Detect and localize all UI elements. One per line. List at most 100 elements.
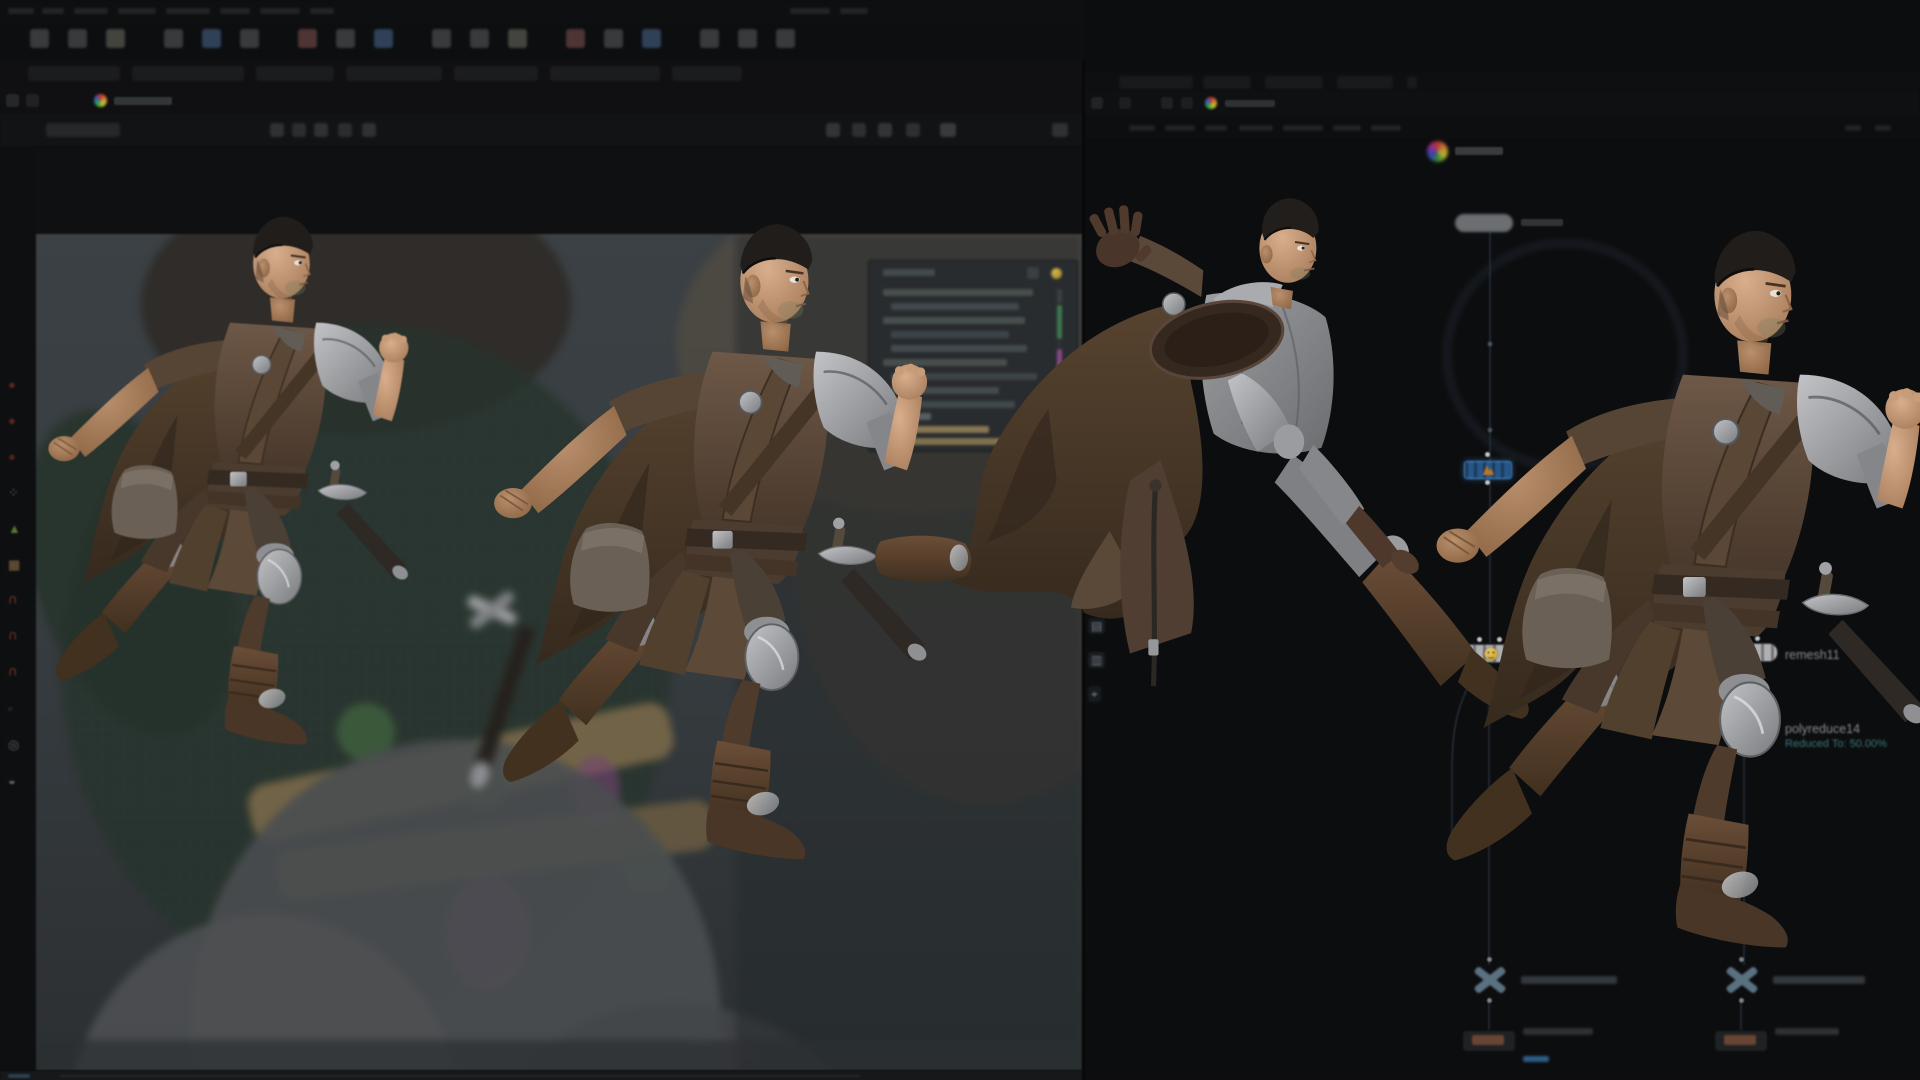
shelf-tool-icon[interactable] bbox=[776, 29, 795, 48]
point-snap-icon[interactable]: ● bbox=[8, 450, 16, 463]
snap-points-icon[interactable]: ⁘ bbox=[8, 486, 19, 499]
menu-item[interactable] bbox=[790, 8, 830, 14]
panel-row[interactable] bbox=[891, 303, 1019, 310]
menu-item[interactable] bbox=[1239, 125, 1273, 131]
panel-row[interactable] bbox=[883, 317, 1025, 324]
pane-split-icon[interactable] bbox=[1091, 97, 1103, 109]
panel-row[interactable] bbox=[891, 373, 1037, 380]
shelf-tool-icon[interactable] bbox=[298, 29, 317, 48]
menu-item[interactable] bbox=[310, 8, 334, 14]
menu-item[interactable] bbox=[42, 8, 64, 14]
node-null-right[interactable] bbox=[1722, 965, 1762, 995]
misc-tool-icon[interactable]: ▫ bbox=[8, 702, 13, 715]
shelf-tool-icon[interactable] bbox=[30, 29, 49, 48]
location-pin-icon[interactable]: ⌖ bbox=[1088, 686, 1101, 702]
badge-icon[interactable]: ▥ bbox=[1088, 652, 1105, 668]
magnet-icon[interactable]: ∪ bbox=[8, 630, 18, 643]
pane-split-icon[interactable] bbox=[6, 94, 19, 107]
point-snap-icon[interactable]: ● bbox=[8, 414, 16, 427]
shelf-tool-icon[interactable] bbox=[68, 29, 87, 48]
shelf-tool-icon[interactable] bbox=[642, 29, 661, 48]
node-remesh-right[interactable] bbox=[1721, 644, 1777, 661]
shelf-tool-icon[interactable] bbox=[470, 29, 489, 48]
panel-scrollbar[interactable] bbox=[1057, 289, 1062, 439]
menu-item[interactable] bbox=[1845, 125, 1861, 131]
panel-section-header[interactable] bbox=[889, 413, 931, 420]
node-null-left[interactable] bbox=[1470, 965, 1510, 995]
path-segment[interactable] bbox=[1119, 76, 1193, 89]
shelf-tool-icon[interactable] bbox=[336, 29, 355, 48]
pane-tab-title[interactable] bbox=[1225, 100, 1275, 107]
shelf-tool-icon[interactable] bbox=[738, 29, 757, 48]
path-segment[interactable] bbox=[1407, 76, 1417, 89]
eye-icon[interactable]: ◉ bbox=[1088, 550, 1104, 566]
shelf-tool-icon[interactable] bbox=[566, 29, 585, 48]
panel-link-row[interactable] bbox=[907, 438, 1005, 445]
panel-row[interactable] bbox=[891, 387, 999, 394]
floating-panel[interactable] bbox=[868, 260, 1078, 452]
node-connector[interactable] bbox=[1735, 636, 1740, 641]
node-connector[interactable] bbox=[1477, 637, 1482, 642]
shelf-tab[interactable] bbox=[346, 66, 442, 81]
node-output-left[interactable] bbox=[1462, 1030, 1516, 1052]
point-snap-icon[interactable]: ● bbox=[8, 378, 16, 391]
menu-item[interactable] bbox=[1283, 125, 1323, 131]
list-icon[interactable]: ▤ bbox=[1088, 618, 1105, 634]
shelf-tool-icon[interactable] bbox=[700, 29, 719, 48]
node-polyreduce[interactable] bbox=[1745, 720, 1775, 737]
menu-item[interactable] bbox=[1371, 125, 1401, 131]
node-connector[interactable] bbox=[1497, 637, 1502, 642]
node-connector[interactable] bbox=[1739, 957, 1744, 962]
menu-item[interactable] bbox=[840, 8, 868, 14]
viewport-toolbar-icon[interactable] bbox=[826, 123, 840, 137]
target-icon[interactable]: ◎ bbox=[8, 738, 19, 751]
node-connector[interactable] bbox=[1487, 998, 1492, 1003]
shelf-tool-icon[interactable] bbox=[106, 29, 125, 48]
node-connector[interactable] bbox=[1739, 998, 1744, 1003]
pane-tab-title[interactable] bbox=[114, 97, 172, 105]
shelf-tab[interactable] bbox=[550, 66, 660, 81]
shelf-tool-icon[interactable] bbox=[432, 29, 451, 48]
menu-item[interactable] bbox=[1875, 125, 1891, 131]
shelf-tab[interactable] bbox=[256, 66, 334, 81]
normals-icon[interactable]: ▲ bbox=[8, 522, 21, 535]
shelf-tool-icon[interactable] bbox=[604, 29, 623, 48]
panel-row[interactable] bbox=[883, 289, 1033, 296]
menu-item[interactable] bbox=[166, 8, 210, 14]
node-output-right[interactable] bbox=[1714, 1030, 1768, 1052]
magnet-icon[interactable]: ∪ bbox=[8, 666, 18, 679]
menu-item[interactable] bbox=[8, 8, 34, 14]
menu-item[interactable] bbox=[118, 8, 156, 14]
menu-item[interactable] bbox=[1205, 125, 1227, 131]
shelf-tool-icon[interactable] bbox=[508, 29, 527, 48]
node-selected[interactable] bbox=[1464, 461, 1512, 479]
viewport-toolbar-icon[interactable] bbox=[362, 123, 376, 137]
menu-item[interactable] bbox=[260, 8, 300, 14]
path-segment[interactable] bbox=[1265, 76, 1323, 89]
playbar[interactable] bbox=[0, 1070, 1082, 1080]
panel-row[interactable] bbox=[891, 345, 1027, 352]
node-connector[interactable] bbox=[1487, 957, 1492, 962]
panel-link-row[interactable] bbox=[907, 426, 989, 433]
path-segment[interactable] bbox=[1337, 76, 1393, 89]
viewport-toolbar-icon[interactable] bbox=[1052, 123, 1068, 137]
menu-item[interactable] bbox=[74, 8, 108, 14]
panel-row[interactable] bbox=[883, 359, 1007, 366]
pane-divider[interactable] bbox=[1082, 60, 1085, 1080]
viewport-toolbar-icon[interactable] bbox=[314, 123, 328, 137]
viewport-toolbar-icon[interactable] bbox=[940, 123, 956, 137]
panel-row[interactable] bbox=[891, 331, 1009, 338]
viewport-toolbar-icon[interactable] bbox=[852, 123, 866, 137]
path-segment[interactable] bbox=[1203, 76, 1251, 89]
shelf-tool-icon[interactable] bbox=[202, 29, 221, 48]
menu-item[interactable] bbox=[1129, 125, 1155, 131]
panel-pin-icon[interactable] bbox=[1051, 268, 1062, 279]
node-connector[interactable] bbox=[1744, 664, 1749, 669]
viewport-toolbar-icon[interactable] bbox=[270, 123, 284, 137]
shelf-tool-icon[interactable] bbox=[164, 29, 183, 48]
pane-pin-icon[interactable] bbox=[1181, 97, 1193, 109]
grid-snap-icon[interactable]: ▦ bbox=[8, 558, 20, 571]
viewport-toolbar-icon[interactable] bbox=[338, 123, 352, 137]
current-node-icon[interactable] bbox=[1427, 141, 1448, 162]
viewport-toolbar-icon[interactable] bbox=[878, 123, 892, 137]
